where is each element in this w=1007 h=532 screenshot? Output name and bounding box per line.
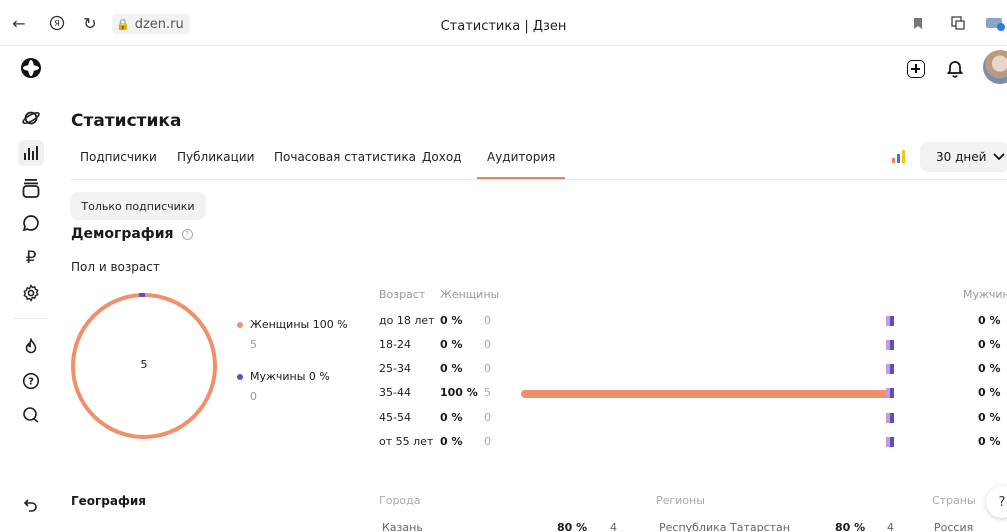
age-header: Возраст <box>379 288 426 301</box>
gender-age-subtitle: Пол и возраст <box>71 260 160 274</box>
city-count: 4 <box>610 521 617 532</box>
women-bar-track <box>521 366 891 374</box>
chart-type-icon[interactable] <box>892 149 906 163</box>
men-marker <box>886 413 894 423</box>
age-label: 35-44 <box>379 386 411 399</box>
women-percent: 0 % <box>440 435 463 448</box>
men-marker <box>886 437 894 447</box>
age-label: 18-24 <box>379 338 411 351</box>
men-marker <box>886 364 894 374</box>
tab-publications[interactable]: Публикации <box>177 150 254 164</box>
men-header: Мужчины <box>963 288 1007 301</box>
table-row: 18-24 0 % 0 0 % <box>0 335 1007 355</box>
plus-icon <box>907 60 925 78</box>
comment-icon <box>22 215 39 232</box>
region-name: Республика Татарстан <box>659 521 790 532</box>
ruble-icon: ₽ <box>25 248 37 268</box>
women-count: 5 <box>484 386 491 399</box>
city-percent: 80 % <box>557 521 588 532</box>
bar-chart-icon <box>24 146 38 160</box>
demography-title: Демография ? <box>71 226 193 242</box>
sidebar-item-settings[interactable] <box>18 280 44 306</box>
city-name: Казань <box>382 521 423 532</box>
table-row: до 18 лет 0 % 0 0 % <box>0 311 1007 331</box>
avatar[interactable] <box>983 50 1007 84</box>
table-row: от 55 лет 0 % 0 0 % <box>0 432 1007 452</box>
tab-title: Статистика | Дзен <box>440 19 567 34</box>
women-bar <box>521 390 891 398</box>
tab-income[interactable]: Доход <box>422 150 461 164</box>
women-count: 0 <box>484 362 491 375</box>
sidebar-item-statistics[interactable] <box>18 140 44 166</box>
gear-icon <box>23 284 39 302</box>
women-bar-track <box>521 318 891 326</box>
help-fab-button[interactable]: ? <box>986 486 1007 518</box>
region-percent: 80 % <box>835 521 866 532</box>
women-percent: 0 % <box>440 411 463 424</box>
notifications-button[interactable] <box>944 58 966 80</box>
men-marker <box>886 340 894 350</box>
help-icon[interactable]: ? <box>181 228 193 240</box>
stats-tabs: Подписчики Публикации Почасовая статисти… <box>71 140 1007 180</box>
geography-title: География <box>71 494 147 508</box>
age-label: 25-34 <box>379 362 411 375</box>
women-count: 0 <box>484 411 491 424</box>
subscribers-only-button[interactable]: Только подписчики <box>70 192 206 220</box>
women-count: 0 <box>484 338 491 351</box>
countries-header: Страны <box>932 494 976 507</box>
bell-icon <box>946 61 964 78</box>
stack-icon <box>22 179 40 198</box>
women-bar-track <box>521 439 891 447</box>
men-percent: 0 % <box>978 314 1001 327</box>
period-select[interactable]: 30 дней <box>920 142 1007 172</box>
cities-header: Города <box>379 494 421 507</box>
women-bar-track <box>521 415 891 423</box>
sidebar-item-comments[interactable] <box>18 210 44 236</box>
women-bar-track <box>521 342 891 350</box>
browser-toolbar: ← Я ↻ 🔒 dzen.ru Статистика | Дзен <box>0 0 1007 46</box>
men-percent: 0 % <box>978 386 1001 399</box>
women-percent: 0 % <box>440 314 463 327</box>
age-label: от 55 лет <box>379 435 434 448</box>
men-percent: 0 % <box>978 362 1001 375</box>
women-count: 0 <box>484 435 491 448</box>
sidebar-item-income[interactable]: ₽ <box>18 245 44 271</box>
bookmark-icon[interactable] <box>908 13 928 33</box>
age-label: 45-54 <box>379 411 411 424</box>
account-icon[interactable] <box>985 13 1005 33</box>
exit-arrow-icon <box>23 499 37 512</box>
region-count: 4 <box>887 521 894 532</box>
men-percent: 0 % <box>978 411 1001 424</box>
women-count: 0 <box>484 314 491 327</box>
men-percent: 0 % <box>978 338 1001 351</box>
dzen-logo-icon[interactable] <box>21 58 41 78</box>
page-title: Статистика <box>71 111 182 131</box>
age-label: до 18 лет <box>379 314 435 327</box>
women-header: Женщины <box>440 288 500 301</box>
men-percent: 0 % <box>978 435 1001 448</box>
chevron-down-icon <box>993 153 1006 161</box>
table-row: 35-44 100 % 5 0 % <box>0 383 1007 403</box>
translate-icon[interactable] <box>948 13 968 33</box>
table-row: 45-54 0 % 0 0 % <box>0 408 1007 428</box>
women-bar-track <box>521 390 891 398</box>
men-marker <box>886 316 894 326</box>
women-percent: 0 % <box>440 338 463 351</box>
sidebar-item-feed[interactable] <box>18 105 44 131</box>
regions-header: Регионы <box>656 494 705 507</box>
sidebar-item-exit[interactable] <box>18 492 44 518</box>
tab-subscribers[interactable]: Подписчики <box>80 150 157 164</box>
create-button[interactable] <box>905 58 927 80</box>
sidebar-item-publications[interactable] <box>18 175 44 201</box>
table-row: 25-34 0 % 0 0 % <box>0 359 1007 379</box>
women-percent: 0 % <box>440 362 463 375</box>
country-name: Россия <box>934 521 974 532</box>
planet-icon <box>22 111 40 125</box>
tab-audience[interactable]: Аудитория <box>476 150 566 179</box>
men-marker <box>886 388 894 398</box>
tab-hourly[interactable]: Почасовая статистика <box>274 150 416 164</box>
women-percent: 100 % <box>440 386 478 399</box>
